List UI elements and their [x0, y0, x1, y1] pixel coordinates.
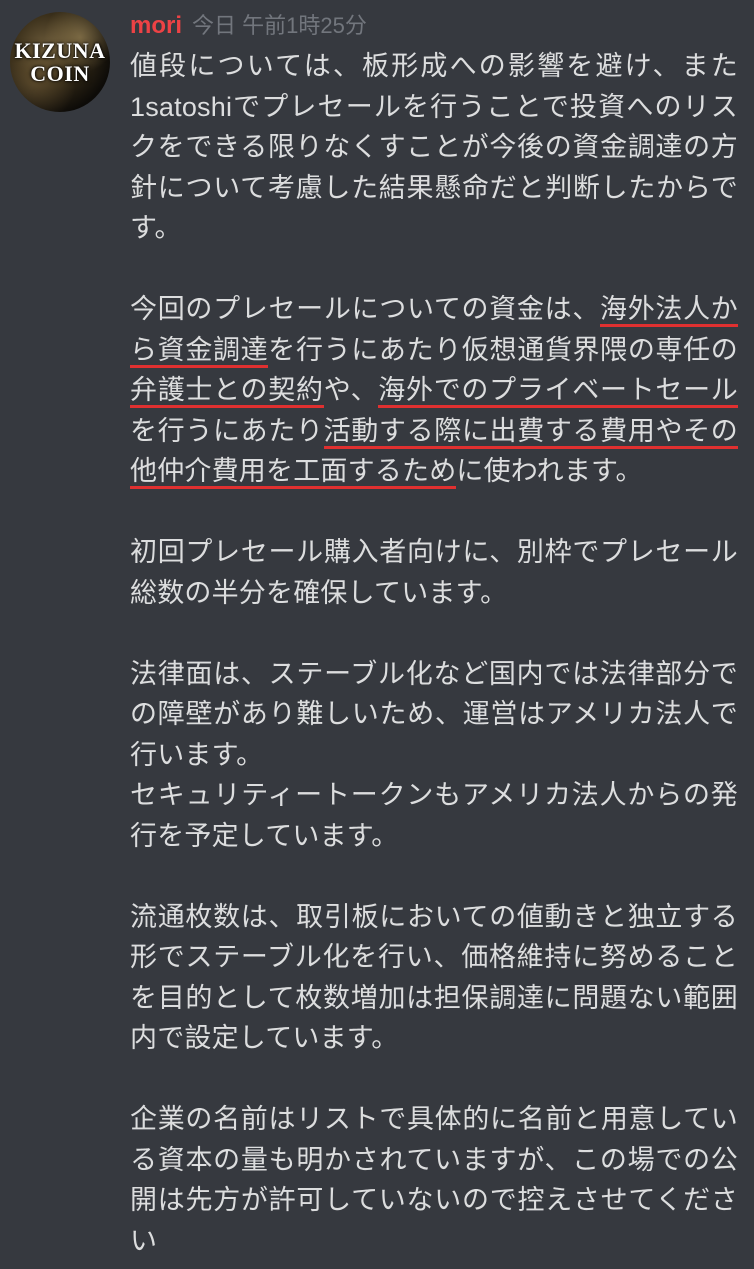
- p2-seg4: を行うにあたり: [130, 416, 324, 446]
- message-body: 値段については、板形成への影響を避け、また1satoshiでプレセールを行うこと…: [130, 46, 738, 1261]
- avatar[interactable]: KIZUNA COIN: [10, 12, 110, 112]
- username[interactable]: mori: [130, 12, 182, 40]
- message-content: mori 今日 午前1時25分 値段については、板形成への影響を避け、また1sa…: [130, 8, 738, 1261]
- p2-seg2: を行うにあたり仮想通貨界隈の専任の: [268, 335, 738, 365]
- avatar-logo-text: KIZUNA COIN: [14, 39, 105, 85]
- paragraph-4a: 法律面は、ステーブル化など国内では法律部分での障壁があり難しいため、運営はアメリ…: [130, 654, 738, 776]
- avatar-line2: COIN: [30, 61, 89, 86]
- message-header: mori 今日 午前1時25分: [130, 8, 738, 40]
- message: KIZUNA COIN mori 今日 午前1時25分 値段については、板形成へ…: [10, 8, 738, 1261]
- p2-seg5: に使われます。: [456, 456, 642, 486]
- p2-seg1: 今回のプレセールについての資金は、: [130, 294, 600, 324]
- paragraph-4b: セキュリティートークンもアメリカ法人からの発行を予定しています。: [130, 775, 738, 856]
- p2-seg3: や、: [324, 375, 379, 405]
- paragraph-2: 今回のプレセールについての資金は、海外法人から資金調達を行うにあたり仮想通貨界隈…: [130, 289, 738, 492]
- paragraph-3: 初回プレセール購入者向けに、別枠でプレセール総数の半分を確保しています。: [130, 532, 738, 613]
- paragraph-6: 企業の名前はリストで具体的に名前と用意している資本の量も明かされていますが、この…: [130, 1099, 738, 1261]
- timestamp: 今日 午前1時25分: [192, 8, 367, 40]
- paragraph-5: 流通枚数は、取引板においての値動きと独立する形でステーブル化を行い、価格維持に努…: [130, 897, 738, 1059]
- paragraph-1: 値段については、板形成への影響を避け、また1satoshiでプレセールを行うこと…: [130, 46, 738, 249]
- avatar-line1: KIZUNA: [14, 38, 105, 63]
- p2-underline-2: 弁護士との契約: [130, 375, 324, 408]
- p2-underline-3: 海外でのプライベートセール: [378, 375, 738, 408]
